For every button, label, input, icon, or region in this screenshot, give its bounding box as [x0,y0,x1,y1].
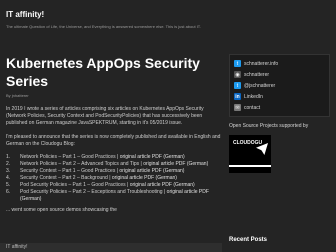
series-link[interactable]: Security Context – Part 1 – Good Practic… [20,168,118,174]
series-list: 1. Network Policies – Part 1 – Good Prac… [6,154,224,203]
social-links: t schnatterer.info ◉ schnatterer t @jsch… [229,54,330,117]
post-tail-text: ... went some open source demos showcasi… [6,207,117,213]
list-item: 3. Security Context – Part 1 – Good Prac… [6,168,224,175]
site-title[interactable]: IT affinity! [6,10,330,19]
sidebar: t schnatterer.info ◉ schnatterer t @jsch… [229,54,330,252]
post-intro: In 2019 I wrote a series of articles com… [6,106,204,126]
mail-icon: ✉ [234,104,241,111]
logo-text: CLOUDOGU [233,140,263,146]
series-link[interactable]: Pod Security Policies – Part 1 – Good Pr… [20,182,128,188]
list-item-number: 6. [6,189,11,195]
pdf-link[interactable]: original article PDF (German) [120,154,185,160]
logo-stripe [229,165,271,167]
social-link-github[interactable]: ◉ schnatterer [234,69,325,80]
list-item-number: 3. [6,168,11,174]
social-label: schnatterer.info [244,60,279,67]
twitter-icon: t [234,60,241,67]
list-item-number: 5. [6,182,11,188]
social-label: LinkedIn [244,93,263,100]
series-link[interactable]: Network Policies – Part 2 – Advanced Top… [20,161,142,167]
post-content: Kubernetes AppOps Security Series By jnh… [6,54,224,252]
site-tagline: The ultimate Question of Life, the Unive… [6,24,201,29]
cloudogu-logo[interactable]: CLOUDOGU [229,135,271,173]
social-link-twitter[interactable]: t @jschnatterer [234,80,325,91]
social-link-website[interactable]: t schnatterer.info [234,58,325,69]
list-item-number: 4. [6,175,11,181]
list-item-number: 1. [6,154,11,160]
series-link[interactable]: Network Policies – Part 1 – Good Practic… [20,154,118,160]
twitter-icon: t [234,82,241,89]
list-item-number: 2. [6,161,11,167]
post-announce: I'm pleased to announce that the series … [6,134,221,147]
social-link-contact[interactable]: ✉ contact [234,102,325,113]
linkedin-icon: in [234,93,241,100]
site-header: IT affinity! The ultimate Question of Li… [6,10,330,29]
bottom-ticker: IT affinity! [0,243,222,252]
pdf-link[interactable]: original article PDF (German) [130,182,195,188]
list-item: 4. Security Context – Part 2 – Backgroun… [6,175,224,182]
github-icon: ◉ [234,71,241,78]
social-link-linkedin[interactable]: in LinkedIn [234,91,325,102]
series-link[interactable]: Pod Security Policies – Part 2 – Excepti… [20,189,165,195]
social-label: contact [244,104,261,111]
social-label: @jschnatterer [244,82,276,89]
list-item: 1. Network Policies – Part 1 – Good Prac… [6,154,224,161]
post-byline[interactable]: By jnhatterer [6,93,224,98]
support-text: Open Source Projects supported by [229,123,309,129]
list-item: 5. Pod Security Policies – Part 1 – Good… [6,182,224,189]
list-item: 2. Network Policies – Part 2 – Advanced … [6,161,224,168]
social-label: schnatterer [244,71,270,78]
list-item: 6. Pod Security Policies – Part 2 – Exce… [6,189,224,203]
pdf-link[interactable]: original article PDF (German) [119,168,184,174]
pdf-link[interactable]: original article PDF (German) [112,175,177,181]
post-title[interactable]: Kubernetes AppOps Security Series [6,54,224,90]
recent-posts-heading: Recent Posts [229,237,268,243]
pdf-link[interactable]: original article PDF (German) [143,161,208,167]
series-link[interactable]: Security Context – Part 2 – Background | [20,175,111,181]
